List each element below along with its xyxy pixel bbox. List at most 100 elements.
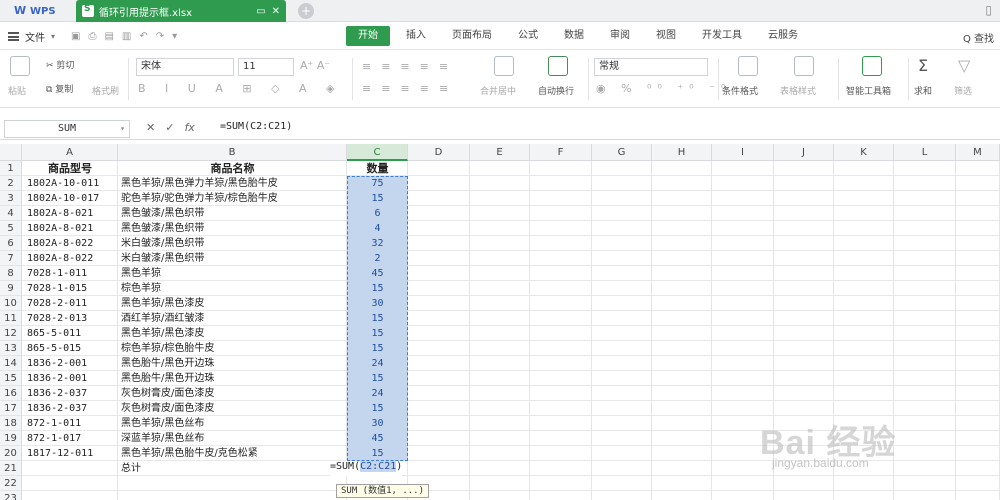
wrap-text-button[interactable]: 自动换行 bbox=[538, 84, 574, 97]
select-all-corner[interactable] bbox=[0, 144, 22, 161]
cell-model[interactable]: 1802A-8-022 bbox=[27, 251, 118, 266]
cell-qty[interactable]: 75 bbox=[347, 176, 408, 191]
cell-qty[interactable]: 15 bbox=[347, 446, 408, 461]
cell-name[interactable]: 棕色羊猄 bbox=[121, 281, 347, 296]
cell-qty[interactable]: 15 bbox=[347, 401, 408, 416]
close-tab-icon[interactable]: ✕ bbox=[272, 6, 280, 17]
cell-model[interactable]: 1836-2-037 bbox=[27, 401, 118, 416]
row-header[interactable]: 18 bbox=[0, 416, 22, 431]
cell-model[interactable]: 7028-1-015 bbox=[27, 281, 118, 296]
number-format-select[interactable]: 常规 bbox=[594, 58, 708, 76]
row-header[interactable]: 23 bbox=[0, 491, 22, 500]
column-header[interactable]: K bbox=[834, 144, 894, 161]
row-header[interactable]: 4 bbox=[0, 206, 22, 221]
table-style-icon[interactable] bbox=[794, 56, 814, 76]
cell-model[interactable]: 1836-2-001 bbox=[27, 356, 118, 371]
align-left-icons[interactable]: ≡≡≡≡≡ bbox=[362, 82, 458, 95]
paste-icon[interactable] bbox=[10, 56, 30, 76]
cell-qty[interactable]: 32 bbox=[347, 236, 408, 251]
column-header[interactable]: B bbox=[118, 144, 347, 161]
row-header[interactable]: 7 bbox=[0, 251, 22, 266]
cell-name[interactable]: 黑色羊猄/黑色漆皮 bbox=[121, 296, 347, 311]
conditional-format-button[interactable]: 条件格式 bbox=[722, 84, 758, 97]
cell-qty[interactable]: 4 bbox=[347, 221, 408, 236]
cell-model[interactable]: 7028-2-011 bbox=[27, 296, 118, 311]
cell-model[interactable]: 1802A-10-017 bbox=[27, 191, 118, 206]
undo-icon[interactable]: ↶ bbox=[139, 31, 147, 42]
menu-tab[interactable]: 开始 bbox=[346, 26, 390, 46]
header-qty[interactable]: 数量 bbox=[347, 161, 408, 176]
cell-name[interactable]: 黑色羊猄 bbox=[121, 266, 347, 281]
font-size-select[interactable]: 11 bbox=[238, 58, 294, 76]
menu-tab[interactable]: 数据 bbox=[554, 26, 594, 46]
smart-toolbox-icon[interactable] bbox=[862, 56, 882, 76]
cell-model[interactable]: 1802A-8-021 bbox=[27, 206, 118, 221]
cell-model[interactable]: 872-1-011 bbox=[27, 416, 118, 431]
cell-model[interactable]: 1802A-8-022 bbox=[27, 236, 118, 251]
cell-model[interactable]: 1836-2-001 bbox=[27, 371, 118, 386]
cell-qty[interactable]: 24 bbox=[347, 356, 408, 371]
total-label[interactable]: 总计 bbox=[121, 461, 201, 476]
menu-tab[interactable]: 页面布局 bbox=[442, 26, 502, 46]
column-header[interactable]: G bbox=[592, 144, 652, 161]
name-box[interactable]: SUM ▾ bbox=[4, 120, 130, 138]
menu-tab[interactable]: 视图 bbox=[646, 26, 686, 46]
cell-qty[interactable]: 45 bbox=[347, 266, 408, 281]
cell-name[interactable]: 米白皱漆/黑色织带 bbox=[121, 236, 347, 251]
row-header[interactable]: 3 bbox=[0, 191, 22, 206]
row-header[interactable]: 22 bbox=[0, 476, 22, 491]
header-name[interactable]: 商品名称 bbox=[118, 161, 347, 176]
cell-name[interactable]: 黑色羊猄/黑色丝布 bbox=[121, 416, 347, 431]
save-icon[interactable]: ▣ bbox=[71, 31, 80, 42]
cell-model[interactable]: 1802A-8-021 bbox=[27, 221, 118, 236]
sigma-icon[interactable]: Σ bbox=[918, 56, 928, 75]
paste-button[interactable]: 粘贴 bbox=[8, 84, 26, 97]
table-style-button[interactable]: 表格样式 bbox=[780, 84, 816, 97]
cell-model[interactable]: 7028-1-011 bbox=[27, 266, 118, 281]
menu-tab[interactable]: 审阅 bbox=[600, 26, 640, 46]
cell-name[interactable]: 棕色羊猄/棕色胎牛皮 bbox=[121, 341, 347, 356]
cell-qty[interactable]: 30 bbox=[347, 296, 408, 311]
cell-name[interactable]: 黑色胎牛/黑色开边珠 bbox=[121, 371, 347, 386]
grow-font-icon[interactable]: A⁺ A⁻ bbox=[300, 59, 330, 72]
hamburger-icon[interactable] bbox=[8, 32, 19, 41]
cell-model[interactable]: 1836-2-037 bbox=[27, 386, 118, 401]
cell-name[interactable]: 灰色树膏皮/面色漆皮 bbox=[121, 386, 347, 401]
row-header[interactable]: 1 bbox=[0, 161, 22, 176]
row-header[interactable]: 13 bbox=[0, 341, 22, 356]
cell-model[interactable]: 1817-12-011 bbox=[27, 446, 118, 461]
cell-model[interactable]: 1802A-10-011 bbox=[27, 176, 118, 191]
cell-name[interactable]: 黑色皱漆/黑色织带 bbox=[121, 206, 347, 221]
row-header[interactable]: 11 bbox=[0, 311, 22, 326]
conditional-format-icon[interactable] bbox=[738, 56, 758, 76]
row-header[interactable]: 21 bbox=[0, 461, 22, 476]
cell-name[interactable]: 黑色羊猄/黑色弹力羊猄/黑色胎牛皮 bbox=[121, 176, 347, 191]
cell-model[interactable]: 7028-2-013 bbox=[27, 311, 118, 326]
row-header[interactable]: 9 bbox=[0, 281, 22, 296]
cell-qty[interactable]: 15 bbox=[347, 281, 408, 296]
row-header[interactable]: 15 bbox=[0, 371, 22, 386]
wrap-text-icon[interactable] bbox=[548, 56, 568, 76]
cell-model[interactable]: 872-1-017 bbox=[27, 431, 118, 446]
file-menu[interactable]: 文件 bbox=[25, 29, 45, 44]
row-header[interactable]: 14 bbox=[0, 356, 22, 371]
cell-qty[interactable]: 15 bbox=[347, 341, 408, 356]
preview-icon[interactable]: ▤ bbox=[104, 31, 113, 42]
filter-icon[interactable]: ▽ bbox=[958, 56, 970, 75]
fx-icon[interactable]: fx bbox=[184, 121, 194, 134]
row-header[interactable]: 8 bbox=[0, 266, 22, 281]
row-header[interactable]: 19 bbox=[0, 431, 22, 446]
cell-qty[interactable]: 2 bbox=[347, 251, 408, 266]
cell-qty[interactable]: 30 bbox=[347, 416, 408, 431]
customize-icon[interactable]: ▾ bbox=[172, 31, 177, 42]
cell-name[interactable]: 深蓝羊猄/黑色丝布 bbox=[121, 431, 347, 446]
column-header[interactable]: H bbox=[652, 144, 712, 161]
redo-icon[interactable]: ↷ bbox=[156, 31, 164, 42]
menu-tab[interactable]: 公式 bbox=[508, 26, 548, 46]
column-header[interactable]: A bbox=[22, 144, 118, 161]
merge-button[interactable]: 合并居中 bbox=[480, 84, 516, 97]
cell-model[interactable]: 865-5-011 bbox=[27, 326, 118, 341]
merge-icon[interactable] bbox=[494, 56, 514, 76]
row-header[interactable]: 10 bbox=[0, 296, 22, 311]
cell-qty[interactable]: 15 bbox=[347, 191, 408, 206]
